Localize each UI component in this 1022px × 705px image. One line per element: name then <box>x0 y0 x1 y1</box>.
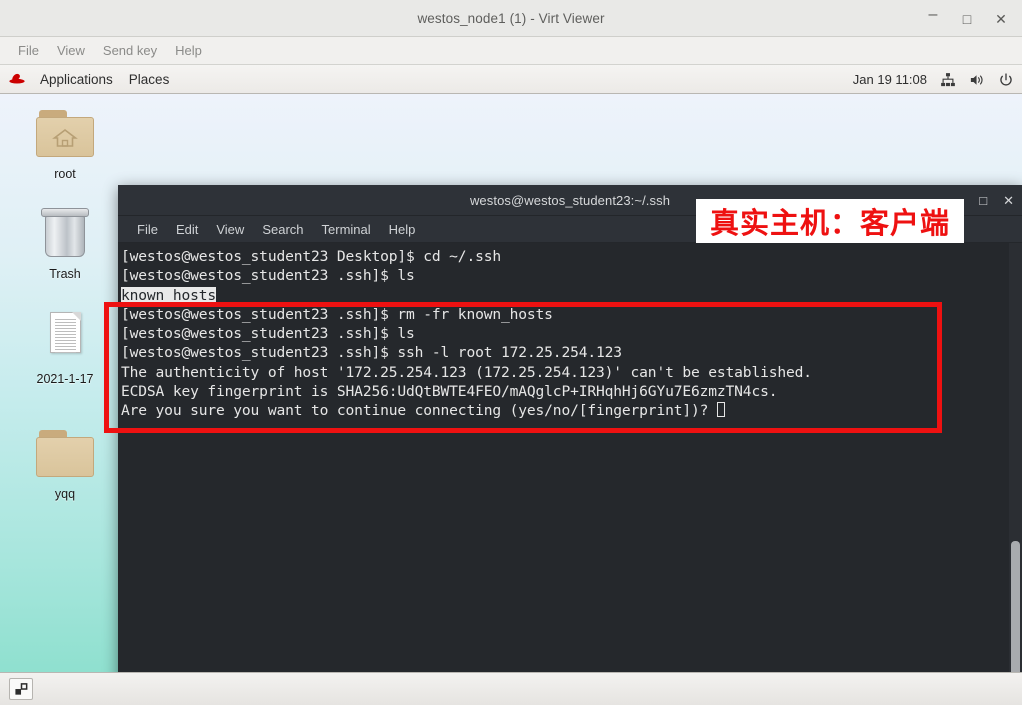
maximize-icon[interactable]: □ <box>952 5 982 33</box>
terminal-line-text: [westos@westos_student23 .ssh]$ ls <box>121 267 415 285</box>
terminal-prompt-line: Are you sure you want to continue connec… <box>121 401 1022 420</box>
close-icon[interactable]: ✕ <box>1003 194 1014 207</box>
power-icon[interactable] <box>997 71 1014 88</box>
trash-icon <box>33 204 97 262</box>
terminal-line-text: [westos@westos_student23 Desktop]$ cd ~/… <box>121 248 501 265</box>
desktop-icon-label: Trash <box>49 267 81 281</box>
terminal-line: [westos@westos_student23 .ssh]$ ssh -l r… <box>121 343 1022 362</box>
screen: westos_node1 (1) - Virt Viewer – □ ✕ Fil… <box>0 0 1022 705</box>
terminal-line: [westos@westos_student23 Desktop]$ cd ~/… <box>121 247 1022 266</box>
minimize-icon[interactable]: – <box>918 5 948 33</box>
terminal-line-text: The authenticity of host '172.25.254.123… <box>121 363 812 381</box>
network-icon[interactable] <box>939 71 956 88</box>
terminal-line-text: [westos@westos_student23 .ssh]$ rm -fr k… <box>121 305 553 323</box>
annotation-label: 真实主机：客户端 <box>696 199 964 243</box>
terminal-line-text: Are you sure you want to continue connec… <box>121 402 717 420</box>
terminal-line: ECDSA key fingerprint is SHA256:UdQtBWTE… <box>121 382 1022 401</box>
menu-item-file[interactable]: File <box>9 41 48 60</box>
terminal-line-text: [westos@westos_student23 .ssh]$ ssh -l r… <box>121 344 622 362</box>
desktop-icon-root[interactable]: root <box>13 104 117 181</box>
clock[interactable]: Jan 19 11:08 <box>853 72 927 87</box>
virt-viewer-window-controls: – □ ✕ <box>918 0 1016 37</box>
panel-left-group: Applications Places <box>0 69 177 90</box>
terminal-line: [westos@westos_student23 .ssh]$ ls <box>121 266 1022 285</box>
terminal-window-controls: □ ✕ <box>979 185 1014 216</box>
terminal-output[interactable]: [westos@westos_student23 Desktop]$ cd ~/… <box>118 243 1022 705</box>
terminal-line: The authenticity of host '172.25.254.123… <box>121 363 1022 382</box>
terminal-menu-view[interactable]: View <box>207 220 253 239</box>
menu-item-send-key[interactable]: Send key <box>94 41 166 60</box>
places-menu[interactable]: Places <box>121 69 178 90</box>
gnome-top-panel: Applications Places Jan 19 11:08 <box>0 65 1022 94</box>
maximize-icon[interactable]: □ <box>979 194 987 207</box>
terminal-cursor <box>716 402 725 418</box>
document-icon <box>33 309 97 367</box>
terminal-menu-file[interactable]: File <box>128 220 167 239</box>
gnome-bottom-panel <box>0 672 1022 705</box>
folder-icon <box>33 424 97 482</box>
home-folder-icon <box>33 104 97 162</box>
annotation-label-text: 真实主机：客户端 <box>709 206 950 240</box>
terminal-line-text: [westos@westos_student23 .ssh]$ ls <box>121 325 415 343</box>
terminal-line: known_hosts <box>121 286 1022 305</box>
terminal-line-text: ECDSA key fingerprint is SHA256:UdQtBWTE… <box>121 383 778 401</box>
terminal-menu-terminal[interactable]: Terminal <box>313 220 380 239</box>
desktop-icon-yqq[interactable]: yqq <box>13 424 117 501</box>
terminal-menu-help[interactable]: Help <box>380 220 425 239</box>
virt-viewer-menubar: File View Send key Help <box>0 37 1022 65</box>
close-icon[interactable]: ✕ <box>986 5 1016 33</box>
desktop-icon-document[interactable]: 2021-1-17 <box>13 309 117 386</box>
desktop-icon-label: 2021-1-17 <box>36 372 94 386</box>
redhat-logo-icon <box>8 70 26 88</box>
terminal-scrollbar[interactable] <box>1009 243 1022 705</box>
virt-viewer-titlebar: westos_node1 (1) - Virt Viewer – □ ✕ <box>0 0 1022 37</box>
volume-icon[interactable] <box>968 71 985 88</box>
applications-menu[interactable]: Applications <box>32 69 121 90</box>
terminal-line: [westos@westos_student23 .ssh]$ rm -fr k… <box>121 305 1022 324</box>
desktop-icon-label: yqq <box>54 487 76 501</box>
terminal-menu-edit[interactable]: Edit <box>167 220 207 239</box>
panel-right-group: Jan 19 11:08 <box>853 65 1014 94</box>
terminal-window[interactable]: westos@westos_student23:~/.ssh □ ✕ File … <box>118 185 1022 705</box>
terminal-line: [westos@westos_student23 .ssh]$ ls <box>121 324 1022 343</box>
terminal-title: westos@westos_student23:~/.ssh <box>469 192 671 208</box>
terminal-menu-search[interactable]: Search <box>253 220 312 239</box>
desktop-icon-trash[interactable]: Trash <box>13 204 117 281</box>
desktop-icon-label: root <box>54 167 76 181</box>
menu-item-help[interactable]: Help <box>166 41 211 60</box>
virt-viewer-title: westos_node1 (1) - Virt Viewer <box>417 10 605 26</box>
ls-result-known-hosts: known_hosts <box>121 286 216 304</box>
menu-item-view[interactable]: View <box>48 41 94 60</box>
workspace-switcher-icon[interactable] <box>9 678 33 700</box>
